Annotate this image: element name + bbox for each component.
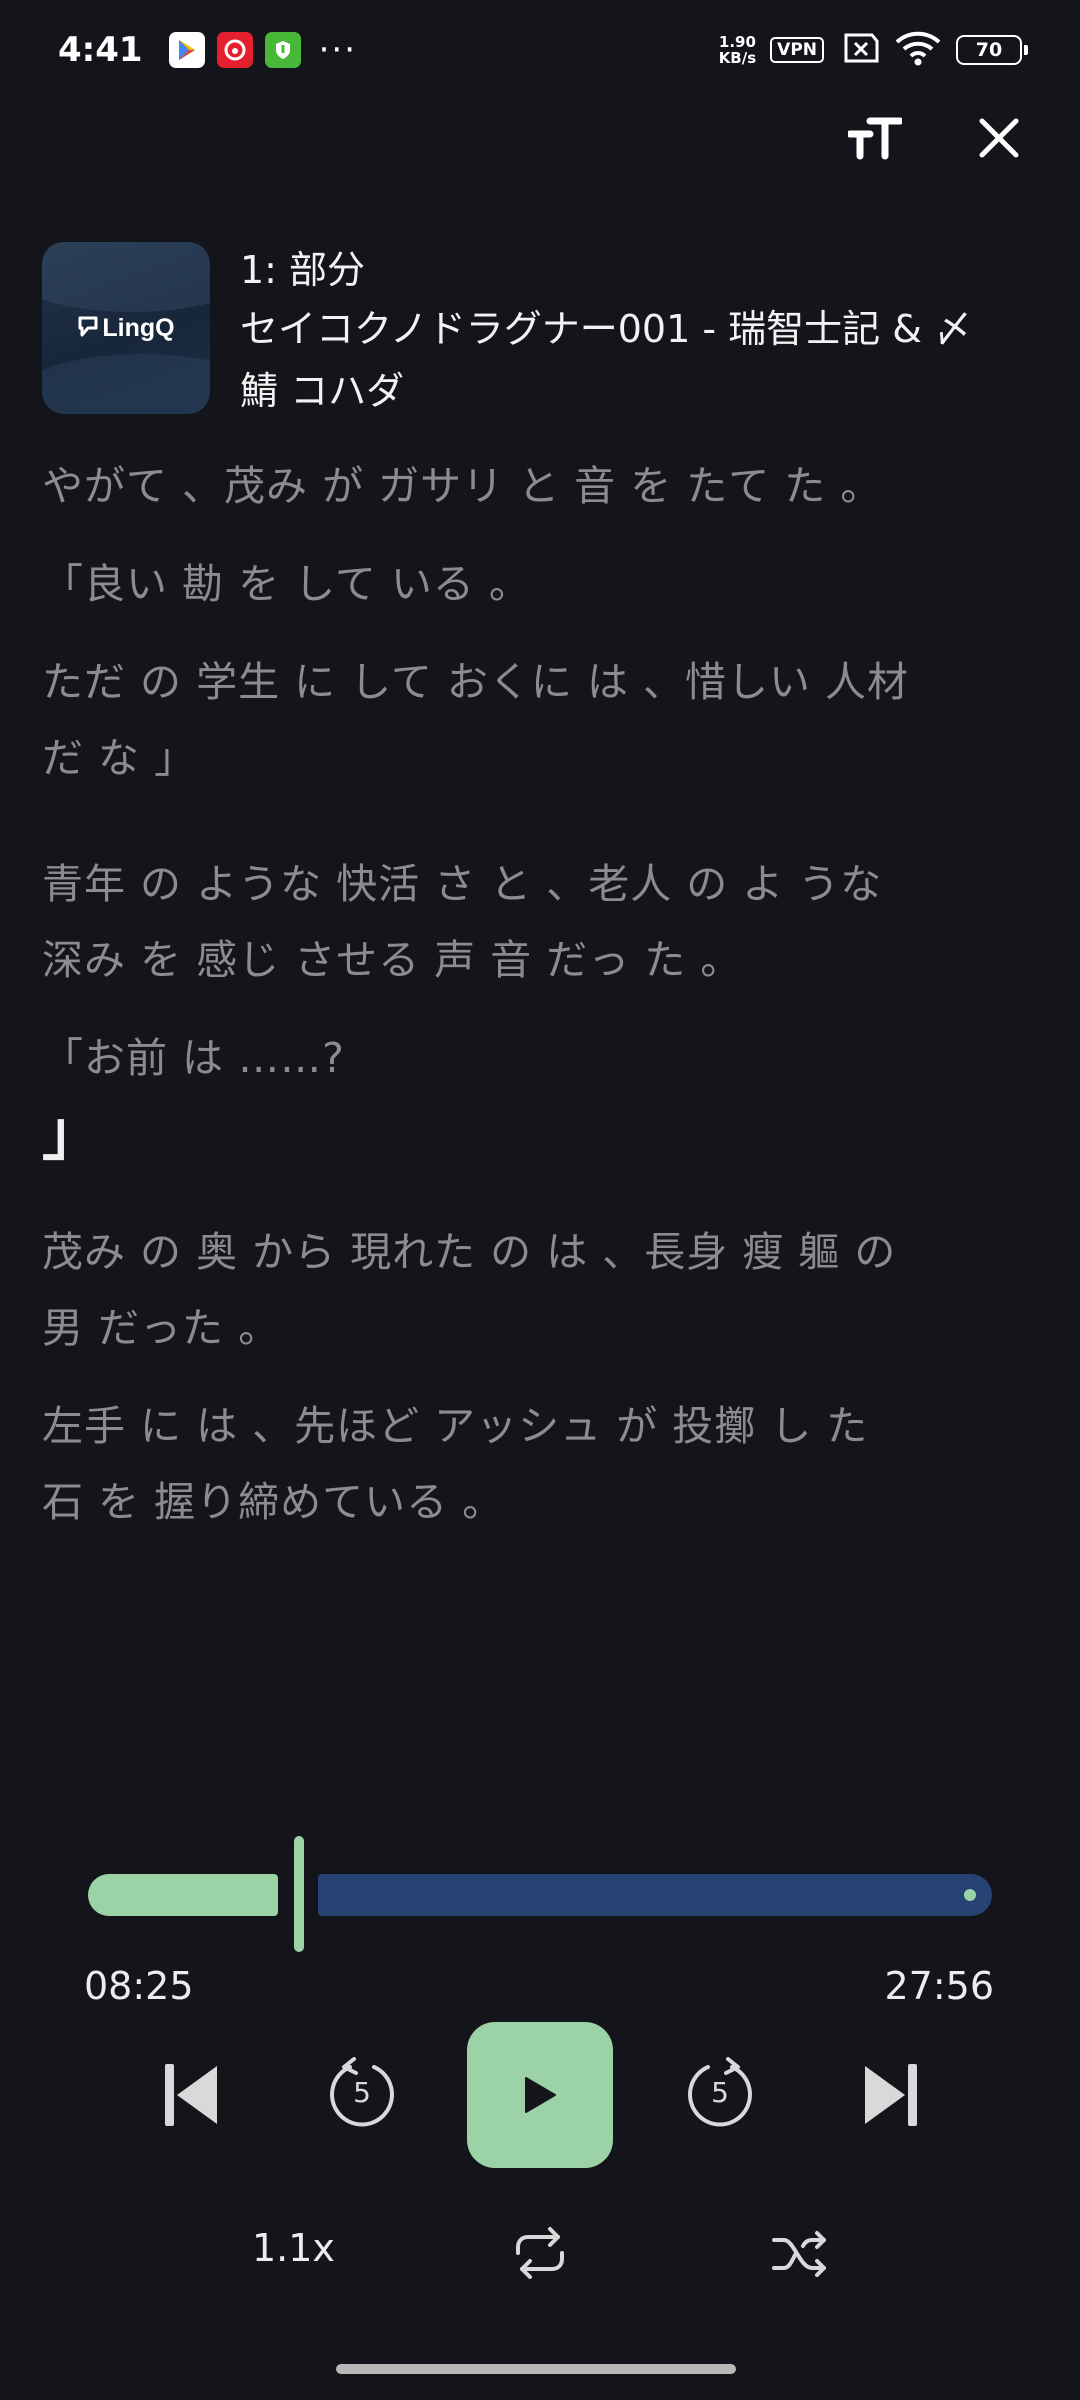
network-speed-unit: KB/s (718, 49, 757, 67)
lesson-thumbnail[interactable]: LingQ (42, 242, 210, 414)
skip-previous-icon (165, 2064, 217, 2126)
lesson-header: LingQ 1: 部分 セイコクノドラグナー001 - 瑞智士記 & 〆鯖 コハ… (42, 242, 1040, 422)
lesson-title: セイコクノドラグナー001 - 瑞智士記 & 〆鯖 コハダ (240, 307, 972, 413)
progress-played (88, 1874, 278, 1916)
repeat-button[interactable] (506, 2222, 574, 2284)
shuffle-button[interactable] (770, 2226, 830, 2282)
transcript-paragraph[interactable]: 茂み の 奥 から 現れた の は 、長身 瘦 軀 の 男 だった 。 (42, 1214, 922, 1366)
shuffle-icon (772, 2231, 826, 2277)
home-indicator[interactable] (336, 2364, 736, 2374)
lingq-audio-player-screen: 4:41 ··· 1.90 KB/s VPN 70 LingQ 1: 部分 セイ… (0, 0, 1080, 2400)
lingq-logo-text: LingQ (102, 313, 175, 342)
close-icon (979, 118, 1019, 158)
network-speed-value: 1.90 (718, 33, 756, 51)
text-size-icon (848, 117, 902, 160)
elapsed-time: 08:25 (84, 1964, 194, 2008)
total-time: 27:56 (884, 1964, 994, 2008)
transcript-paragraph[interactable]: やがて 、茂み が ガサリ と 音 を たて た 。 (42, 448, 922, 524)
play-icon (525, 2077, 556, 2113)
transport-controls: 5 5 (0, 2020, 1080, 2170)
rewind-seconds: 5 (353, 2076, 371, 2109)
transcript-paragraph[interactable]: 青年 の ような 快活 さ と 、老人 の よ うな 深み を 感じ させる 声… (42, 846, 922, 998)
playback-progress-bar[interactable] (88, 1836, 992, 1952)
vpn-app-icon (264, 32, 301, 68)
status-time: 4:41 (58, 30, 143, 70)
lingq-logo-icon (78, 316, 98, 337)
lesson-number: 1: 部分 (240, 248, 366, 292)
transcript-paragraph[interactable]: 「お前 は ……? (42, 1020, 922, 1096)
repeat-icon (516, 2227, 564, 2279)
skip-next-icon (865, 2064, 917, 2126)
status-bar: 4:41 ··· 1.90 KB/s VPN 70 (0, 0, 1080, 100)
progress-end-dot (964, 1889, 976, 1901)
top-toolbar (842, 105, 1032, 171)
text-size-button[interactable] (842, 105, 908, 171)
more-notifications-icon: ··· (318, 30, 358, 70)
play-button[interactable] (467, 2022, 613, 2168)
transcript-paragraph[interactable]: 「良い 勘 を して いる 。 (42, 546, 922, 622)
previous-button[interactable] (160, 2060, 224, 2130)
rewind-5-button[interactable]: 5 (324, 2054, 400, 2136)
lingq-logo: LingQ (77, 313, 175, 343)
transcript-paragraph[interactable]: ただ の 学生 に して おくに は 、惜しい 人材 だ な 」 (42, 644, 922, 796)
no-sim-icon (838, 32, 880, 68)
transcript-active-line[interactable]: 」 (42, 1094, 922, 1174)
playback-options: 1.1x (0, 2218, 1080, 2288)
next-button[interactable] (858, 2060, 922, 2130)
progress-handle[interactable] (294, 1836, 304, 1952)
lesson-meta: 1: 部分 セイコクノドラグナー001 - 瑞智士記 & 〆鯖 コハダ (240, 242, 1000, 422)
wifi-icon (894, 30, 942, 70)
transcript[interactable]: やがて 、茂み が ガサリ と 音 を たて た 。 「良い 勘 を して いる… (42, 448, 922, 1562)
progress-remaining (318, 1874, 992, 1916)
battery-indicator: 70 (956, 35, 1028, 65)
network-speed: 1.90 KB/s (719, 34, 756, 66)
vpn-badge: VPN (770, 37, 824, 63)
playback-speed-button[interactable]: 1.1x (252, 2226, 335, 2270)
transcript-paragraph[interactable]: 左手 に は 、先ほど アッシュ が 投擲 し た 石 を 握り締めている 。 (42, 1388, 922, 1540)
close-button[interactable] (966, 105, 1032, 171)
forward-seconds: 5 (711, 2076, 729, 2109)
forward-5-button[interactable]: 5 (682, 2054, 758, 2136)
play-store-icon (168, 32, 205, 68)
netease-music-icon (216, 32, 253, 68)
